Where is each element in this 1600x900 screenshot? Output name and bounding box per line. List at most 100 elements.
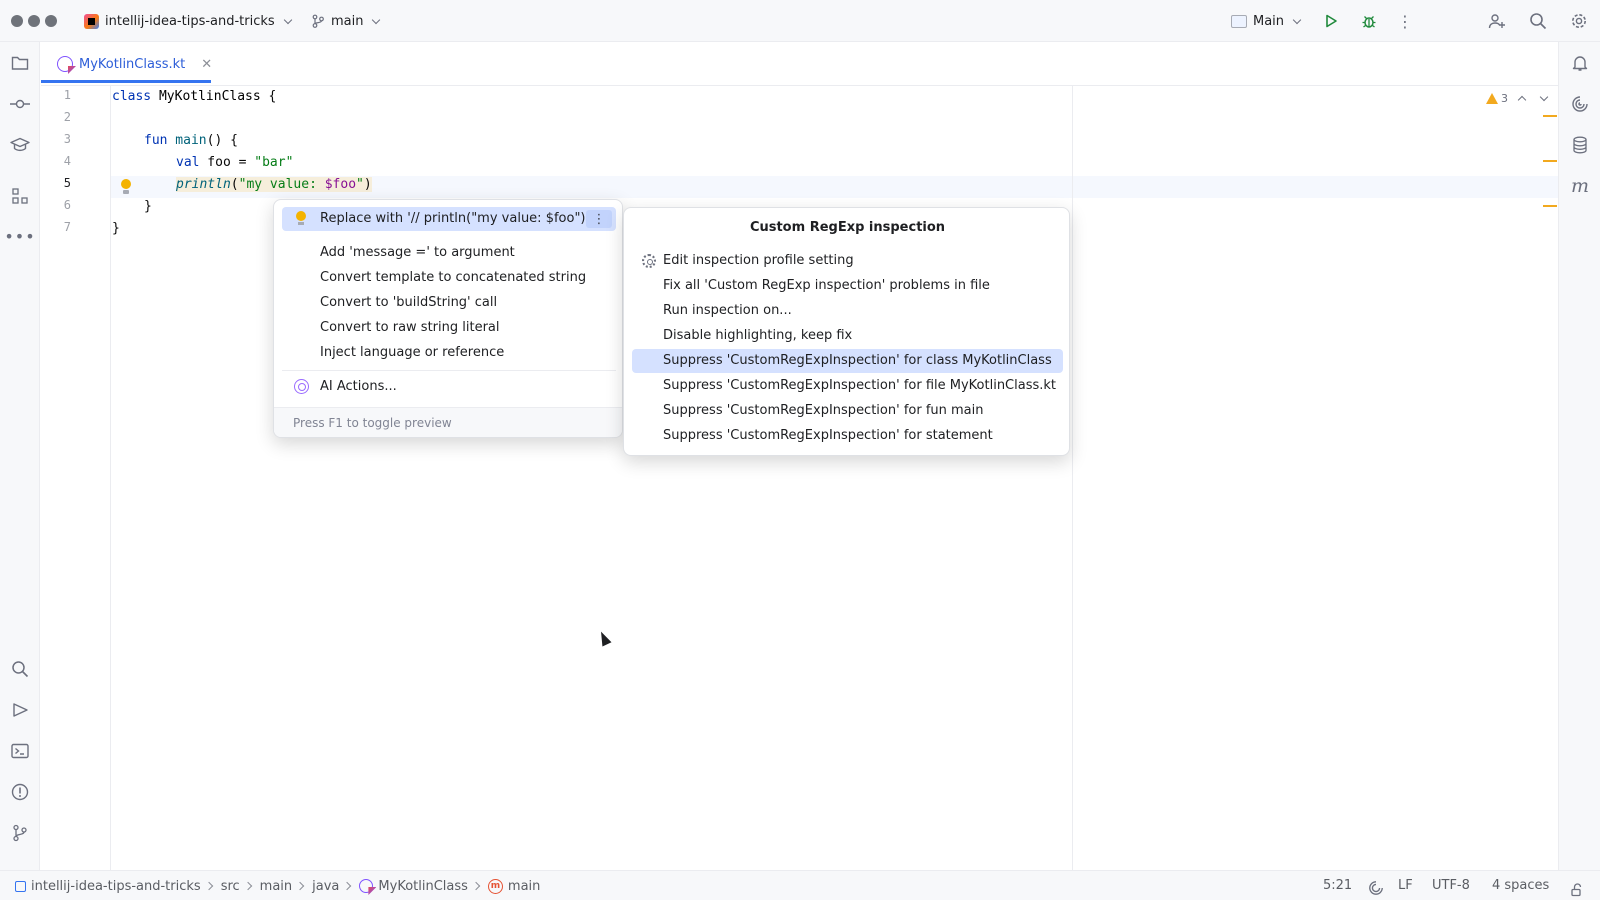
intention-add-message[interactable]: Add 'message =' to argument xyxy=(282,241,616,265)
ai-assistant-button[interactable] xyxy=(1570,94,1590,114)
intention-inject-language[interactable]: Inject language or reference xyxy=(282,341,616,365)
database-icon xyxy=(1573,136,1587,154)
intention-convert-concatenated[interactable]: Convert template to concatenated string xyxy=(282,266,616,290)
intention-convert-buildstring[interactable]: Convert to 'buildString' call xyxy=(282,291,616,315)
intention-actions-popup: Replace with '// println("my value: $foo… xyxy=(273,199,623,438)
tab-label: MyKotlinClass.kt xyxy=(79,56,186,72)
intention-replace-with-comment[interactable]: Replace with '// println("my value: $foo… xyxy=(282,207,616,231)
indent-setting[interactable]: 4 spaces xyxy=(1492,871,1549,900)
chevron-right-icon xyxy=(204,881,213,891)
caret-position[interactable]: 5:21 xyxy=(1323,871,1352,900)
menu-item-label: Suppress 'CustomRegExpInspection' for cl… xyxy=(663,353,1052,368)
chevron-down-icon xyxy=(1292,15,1302,24)
settings-button[interactable] xyxy=(1569,11,1589,31)
code-with-me-button[interactable] xyxy=(1487,11,1507,31)
menu-item-label: Suppress 'CustomRegExpInspection' for st… xyxy=(663,428,993,443)
terminal-icon xyxy=(11,743,29,759)
version-control-tool-button[interactable] xyxy=(10,823,30,843)
breadcrumb-item[interactable]: src xyxy=(221,879,240,894)
keyword: val xyxy=(176,155,200,170)
active-tab-indicator xyxy=(41,80,211,83)
more-actions-icon[interactable]: ⋮ xyxy=(1395,11,1415,31)
inspection-widget[interactable]: 3 xyxy=(1486,92,1552,105)
code-line: fun main() { xyxy=(144,130,238,152)
learn-tool-button[interactable] xyxy=(10,135,30,155)
fix-all-problems-item[interactable]: Fix all 'Custom RegExp inspection' probl… xyxy=(632,274,1063,298)
warning-icon xyxy=(1486,93,1498,104)
intention-convert-raw-string[interactable]: Convert to raw string literal xyxy=(282,316,616,340)
code-text: ) xyxy=(363,177,372,192)
line-number: 3 xyxy=(63,132,71,146)
file-encoding[interactable]: UTF-8 xyxy=(1432,871,1470,900)
left-tool-strip: ••• xyxy=(0,42,40,870)
class-name: MyKotlinClass xyxy=(151,89,269,104)
intention-label: Inject language or reference xyxy=(320,345,505,360)
zoom-window-button[interactable] xyxy=(45,15,57,27)
commit-icon xyxy=(10,99,30,109)
module-icon xyxy=(15,880,26,892)
readonly-toggle[interactable] xyxy=(1570,879,1584,897)
minimize-window-button[interactable] xyxy=(28,15,40,27)
breadcrumb-item[interactable]: MyKotlinClass xyxy=(378,879,468,894)
chevron-right-icon xyxy=(243,881,252,891)
breadcrumb-item[interactable]: main xyxy=(260,879,292,894)
debug-button[interactable] xyxy=(1359,11,1379,31)
project-tool-button[interactable] xyxy=(10,53,30,73)
breadcrumb-item[interactable]: intellij-idea-tips-and-tricks xyxy=(31,879,201,894)
find-tool-button[interactable] xyxy=(10,659,30,679)
close-window-button[interactable] xyxy=(11,15,23,27)
error-stripe-mark[interactable] xyxy=(1543,160,1557,162)
gear-icon xyxy=(1572,14,1586,28)
run-config-selector[interactable]: Main xyxy=(1231,0,1302,42)
disable-highlighting-item[interactable]: Disable highlighting, keep fix xyxy=(632,324,1063,348)
structure-tool-button[interactable] xyxy=(10,186,30,206)
code-text: ( xyxy=(230,177,239,192)
branch-selector[interactable]: main xyxy=(311,0,381,42)
line-number: 1 xyxy=(63,88,71,102)
more-options-icon[interactable]: ⋮ xyxy=(586,210,612,228)
services-tool-button[interactable] xyxy=(10,700,30,720)
error-stripe-mark[interactable] xyxy=(1543,205,1557,207)
template-variable: $foo xyxy=(324,177,357,192)
git-branch-icon xyxy=(312,14,324,28)
suppress-for-fun-item[interactable]: Suppress 'CustomRegExpInspection' for fu… xyxy=(632,399,1063,423)
problems-tool-button[interactable] xyxy=(10,782,30,802)
lock-icon xyxy=(1571,883,1582,897)
divider xyxy=(282,370,616,371)
run-button[interactable] xyxy=(1321,11,1341,31)
run-config-name: Main xyxy=(1253,13,1285,29)
ai-status-button[interactable] xyxy=(1368,878,1384,895)
project-icon xyxy=(84,13,99,29)
project-selector[interactable]: intellij-idea-tips-and-tricks xyxy=(84,0,292,42)
intention-ai-actions[interactable]: AI Actions... xyxy=(282,375,616,399)
error-stripe-mark[interactable] xyxy=(1543,115,1557,117)
notifications-button[interactable] xyxy=(1570,53,1590,73)
suppress-for-class-item[interactable]: Suppress 'CustomRegExpInspection' for cl… xyxy=(632,349,1063,373)
more-tools-icon[interactable]: ••• xyxy=(4,226,34,246)
terminal-tool-button[interactable] xyxy=(10,741,30,761)
maven-icon[interactable]: m xyxy=(1570,175,1590,197)
code-line: val foo = "bar" xyxy=(176,152,293,174)
kotlin-class-icon xyxy=(359,879,374,893)
run-inspection-item[interactable]: Run inspection on... xyxy=(632,299,1063,323)
suppress-for-file-item[interactable]: Suppress 'CustomRegExpInspection' for fi… xyxy=(632,374,1063,398)
previous-highlight-icon[interactable] xyxy=(1517,95,1527,105)
bug-icon xyxy=(1362,16,1376,28)
folder-icon xyxy=(11,56,29,70)
chevron-right-icon xyxy=(471,881,481,891)
preview-hint: Press F1 to toggle preview xyxy=(274,407,622,437)
breadcrumb-item[interactable]: java xyxy=(312,879,339,894)
search-icon xyxy=(12,661,29,678)
commit-tool-button[interactable] xyxy=(10,94,30,114)
line-separator[interactable]: LF xyxy=(1398,871,1413,900)
breadcrumb-item[interactable]: main xyxy=(508,879,540,894)
inspection-options-popup: Custom RegExp inspection Edit inspection… xyxy=(623,207,1070,456)
menu-item-label: Disable highlighting, keep fix xyxy=(663,328,853,343)
database-button[interactable] xyxy=(1570,135,1590,155)
popup-title: Custom RegExp inspection xyxy=(749,220,946,235)
close-icon[interactable]: ✕ xyxy=(201,57,212,72)
suppress-for-statement-item[interactable]: Suppress 'CustomRegExpInspection' for st… xyxy=(632,424,1063,448)
next-highlight-icon[interactable] xyxy=(1539,92,1549,102)
search-everywhere-button[interactable] xyxy=(1528,11,1548,31)
edit-inspection-profile-item[interactable]: Edit inspection profile setting xyxy=(632,249,1063,273)
